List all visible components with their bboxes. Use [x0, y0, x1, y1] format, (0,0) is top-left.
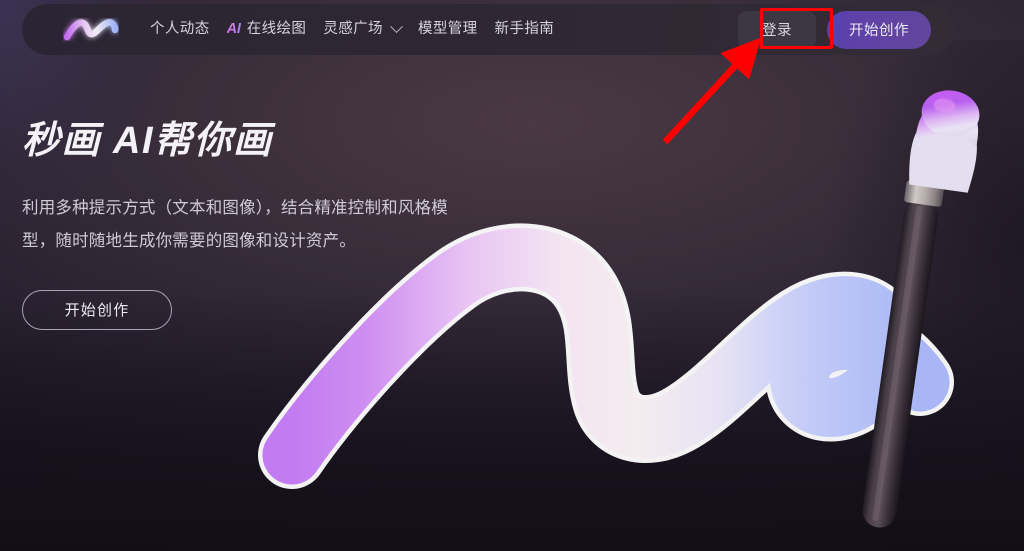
site-logo[interactable]: [62, 15, 120, 45]
nav-item-inspiration-square[interactable]: 灵感广场: [323, 20, 403, 38]
hero-description: 利用多种提示方式（文本和图像），结合精准控制和风格模型，随时随地生成你需要的图像…: [22, 198, 448, 250]
nav-actions: 登录 开始创作: [738, 10, 931, 49]
start-creating-button-hero[interactable]: 开始创作: [22, 289, 172, 330]
nav-item-model-management[interactable]: 模型管理: [418, 22, 478, 37]
nav-item-beginner-guide[interactable]: 新手指南: [495, 22, 555, 37]
nav-links: 个人动态 AI 在线绘图 灵感广场 模型管理 新手指南: [150, 20, 555, 38]
page-title: 秒画 AI帮你画: [22, 120, 273, 162]
top-navigation-bar: 个人动态 AI 在线绘图 灵感广场 模型管理 新手指南 登录 开始创作: [22, 4, 955, 55]
nav-label: 个人动态: [150, 21, 210, 38]
background-tint-bottom: [0, 291, 1024, 551]
chevron-down-icon: [390, 20, 403, 34]
nav-item-personal-feed[interactable]: 个人动态: [150, 22, 210, 37]
miaohua-logo-icon: [63, 18, 119, 40]
ai-badge-text: AI: [226, 21, 241, 38]
page-root: 个人动态 AI 在线绘图 灵感广场 模型管理 新手指南 登录 开始创作 秒画 A: [0, 0, 1024, 551]
start-creating-button-nav[interactable]: 开始创作: [827, 10, 931, 49]
nav-item-ai-drawing[interactable]: AI 在线绘图: [227, 22, 307, 37]
login-button[interactable]: 登录: [738, 10, 816, 49]
nav-label: 灵感广场: [323, 21, 383, 38]
nav-label: 在线绘图: [246, 21, 307, 38]
nav-label: 新手指南: [494, 21, 555, 38]
nav-label: 模型管理: [417, 21, 478, 38]
hero-section: 秒画 AI帮你画 利用多种提示方式（文本和图像），结合精准控制和风格模型，随时随…: [22, 118, 492, 330]
